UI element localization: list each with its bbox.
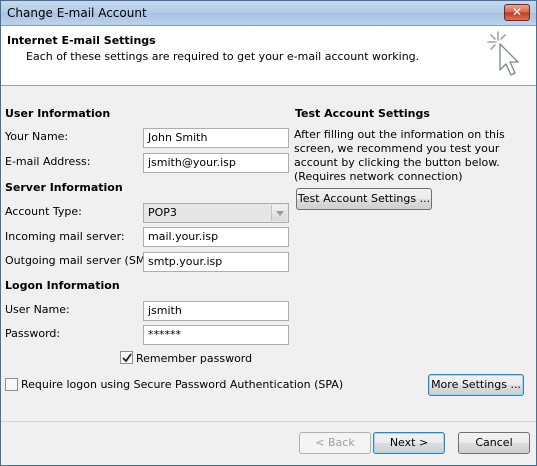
your-name-field[interactable]: John Smith: [143, 128, 289, 148]
server-information-heading: Server Information: [5, 181, 123, 194]
user-name-label: User Name:: [5, 303, 70, 316]
user-information-heading: User Information: [5, 107, 111, 120]
footer-divider: [1, 421, 536, 422]
header-title: Internet E-mail Settings: [7, 34, 156, 47]
user-name-field[interactable]: jsmith: [143, 301, 289, 321]
account-type-label: Account Type:: [5, 205, 82, 218]
remember-password-checkbox[interactable]: [120, 351, 133, 364]
cancel-button[interactable]: Cancel: [458, 432, 530, 454]
account-type-select[interactable]: POP3: [143, 203, 289, 223]
password-field[interactable]: ******: [143, 325, 289, 345]
spa-label[interactable]: Require logon using Secure Password Auth…: [21, 378, 343, 391]
more-settings-button[interactable]: More Settings ...: [428, 374, 524, 396]
remember-password-label[interactable]: Remember password: [136, 352, 252, 365]
chevron-down-icon[interactable]: [271, 205, 287, 221]
cursor-sparkle-icon: [487, 31, 519, 76]
change-email-account-dialog: Change E-mail Account ✕ Internet E-mail …: [0, 0, 537, 466]
spa-checkbox[interactable]: [5, 378, 18, 391]
account-type-value: POP3: [148, 206, 177, 219]
test-account-description: After filling out the information on thi…: [294, 128, 505, 183]
logon-information-heading: Logon Information: [5, 279, 120, 292]
password-label: Password:: [5, 327, 61, 340]
email-address-label: E-mail Address:: [5, 155, 91, 168]
header-subtitle: Each of these settings are required to g…: [26, 50, 420, 63]
back-button[interactable]: < Back: [299, 432, 371, 454]
your-name-label: Your Name:: [5, 130, 69, 143]
test-account-settings-button[interactable]: Test Account Settings ...: [296, 188, 432, 210]
close-button[interactable]: ✕: [504, 4, 530, 21]
dialog-header: Internet E-mail Settings Each of these s…: [1, 26, 536, 86]
incoming-server-field[interactable]: mail.your.isp: [143, 227, 289, 247]
email-address-field[interactable]: jsmith@your.isp: [143, 153, 289, 173]
test-account-heading: Test Account Settings: [295, 107, 430, 120]
next-button[interactable]: Next >: [373, 432, 445, 454]
incoming-server-label: Incoming mail server:: [5, 230, 125, 243]
window-title: Change E-mail Account: [7, 6, 147, 20]
title-bar[interactable]: Change E-mail Account ✕: [1, 1, 536, 26]
checkmark-icon: [122, 353, 132, 363]
outgoing-server-field[interactable]: smtp.your.isp: [143, 252, 289, 272]
